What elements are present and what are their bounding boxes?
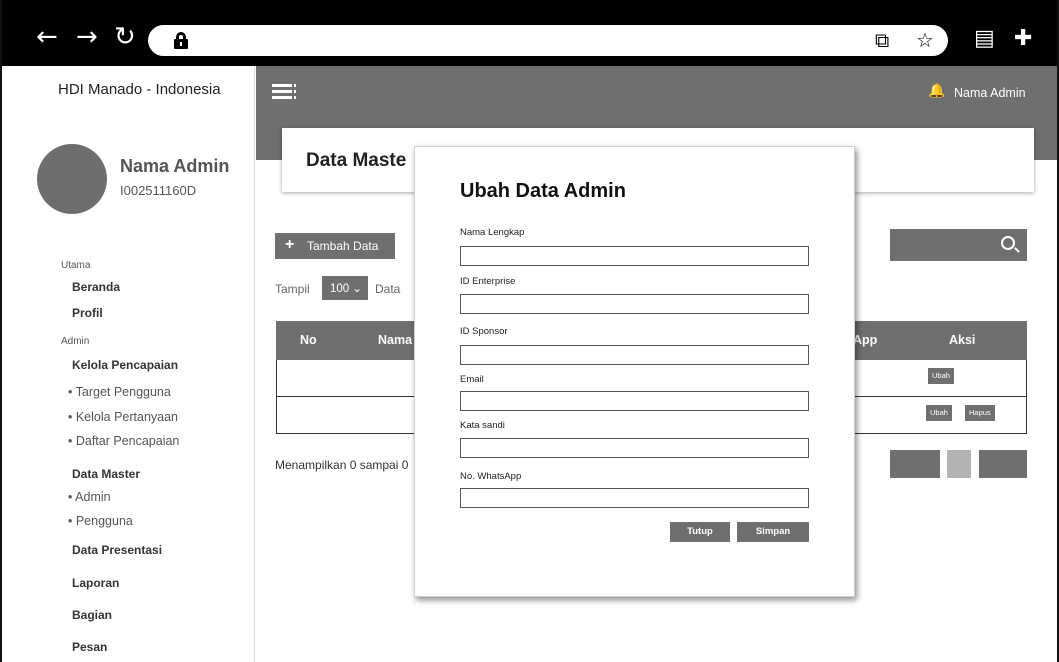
save-button[interactable]: Simpan [737,522,809,542]
password-label: Kata sandi [460,420,505,431]
sidebar-item-laporan[interactable]: Laporan [72,576,119,590]
sidebar-item-beranda[interactable]: Beranda [72,280,120,294]
column-header-name: Nama [378,333,413,347]
pagination-prev-button[interactable] [890,450,940,478]
pagination-page-button[interactable] [947,450,971,478]
search-icon [1001,236,1015,250]
sidebar-subitem-daftar-pencapaian[interactable]: • Daftar Pencapaian [68,434,179,448]
edit-admin-modal: Ubah Data Admin Nama Lengkap ID Enterpri… [414,146,855,597]
sidebar-item-data-master[interactable]: Data Master [72,467,140,481]
whatsapp-field[interactable] [460,488,809,508]
show-entries-label: Tampil [275,282,310,296]
section-label-admin: Admin [61,336,90,347]
open-external-icon[interactable]: ⧉ [875,29,889,51]
menu-toggle-icon[interactable] [272,84,296,100]
sidebar-item-pesan[interactable]: Pesan [72,640,107,654]
column-header-app: App [853,333,878,347]
reader-mode-icon[interactable]: ▤ [974,28,995,50]
column-header-action: Aksi [949,333,976,347]
browser-toolbar: ← → ↻ ⧉ ☆ ▤ ✚ [2,0,1057,66]
enterprise-id-field[interactable] [460,294,809,314]
data-suffix-label: Data [375,282,401,296]
bookmark-star-icon[interactable]: ☆ [916,29,934,51]
column-header-no: No [300,333,317,347]
sidebar: HDI Manado - Indonesia Nama Admin I00251… [4,66,255,662]
modal-title: Ubah Data Admin [460,180,626,202]
add-data-button[interactable]: + Tambah Data [275,233,395,259]
section-label-main: Utama [61,260,91,271]
pagination-next-button[interactable] [979,450,1027,478]
email-label: Email [460,374,484,385]
sponsor-id-field[interactable] [460,345,809,365]
lock-icon [174,32,188,49]
password-field[interactable] [460,438,809,458]
full-name-label: Nama Lengkap [460,227,525,238]
entries-per-page-select[interactable]: 100 ⌄ [322,276,368,300]
address-bar[interactable]: ⧉ ☆ [148,25,948,56]
notification-bell-icon[interactable]: 🔔 [928,83,945,99]
delete-button[interactable]: Hapus [965,405,995,421]
email-field[interactable] [460,391,809,411]
plus-icon: + [285,236,295,253]
sidebar-subitem-pengguna[interactable]: • Pengguna [68,514,133,528]
sidebar-item-data-presentasi[interactable]: Data Presentasi [72,543,162,557]
enterprise-id-label: ID Enterprise [460,276,516,287]
sidebar-item-bagian[interactable]: Bagian [72,608,112,622]
header-user-name[interactable]: Nama Admin [954,86,1026,100]
table-info-text: Menampilkan 0 sampai 0 [275,458,409,472]
edit-button[interactable]: Ubah [928,368,954,384]
sidebar-item-profil[interactable]: Profil [72,306,103,320]
avatar [37,144,107,214]
whatsapp-label: No. WhatsApp [460,471,522,482]
extensions-icon[interactable]: ✚ [1014,28,1032,50]
profile-id: I002511160D [120,183,197,198]
sponsor-id-label: ID Sponsor [460,326,508,337]
edit-button[interactable]: Ubah [926,405,952,421]
forward-icon[interactable]: → [76,24,98,50]
back-icon[interactable]: ← [36,24,58,50]
app-window: ← → ↻ ⧉ ☆ ▤ ✚ HDI Manado - Indonesia Nam… [0,0,1059,662]
sidebar-subitem-target-pengguna[interactable]: • Target Pengguna [68,385,171,399]
close-button[interactable]: Tutup [670,522,730,542]
site-title: HDI Manado - Indonesia [58,81,221,98]
sidebar-subitem-admin[interactable]: • Admin [68,490,111,504]
page-title: Data Maste [306,150,407,171]
add-data-label: Tambah Data [307,239,379,253]
reload-icon[interactable]: ↻ [114,24,136,50]
full-name-field[interactable] [460,246,809,266]
profile-name: Nama Admin [120,156,230,176]
search-input[interactable] [890,229,1027,261]
sidebar-item-kelola-pencapaian[interactable]: Kelola Pencapaian [72,358,178,372]
sidebar-subitem-kelola-pertanyaan[interactable]: • Kelola Pertanyaan [68,410,178,424]
